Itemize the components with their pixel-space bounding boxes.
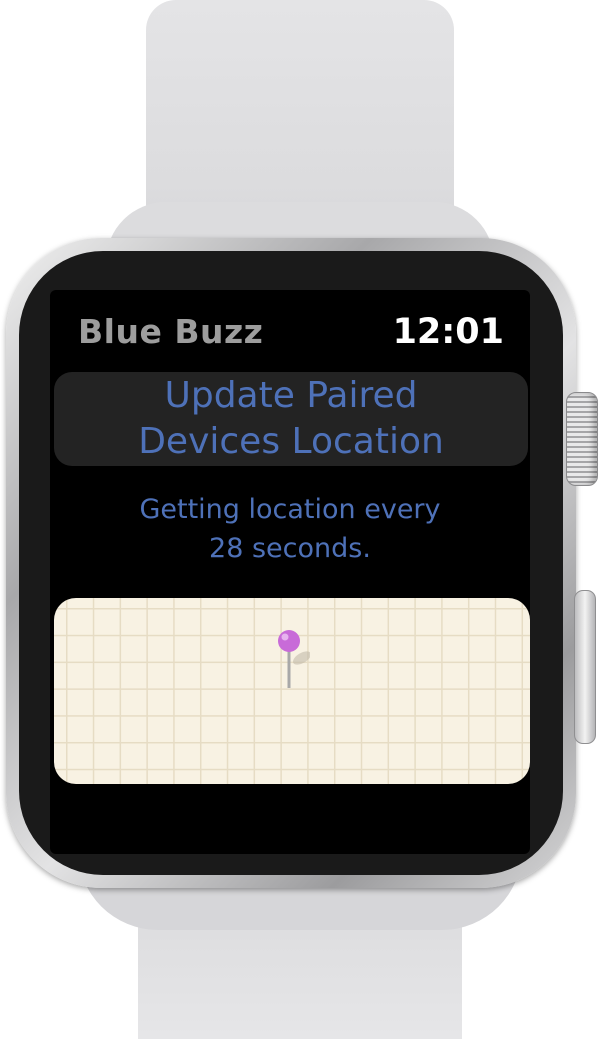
clock-time: 12:01 (392, 312, 504, 352)
map-pin-icon (278, 630, 310, 688)
watch-band-top (106, 0, 494, 272)
update-location-button-label: Update Paired Devices Location (138, 375, 444, 462)
map-view[interactable] (54, 598, 530, 784)
digital-crown[interactable] (566, 392, 598, 486)
location-status-text: Getting location every 28 seconds. (139, 494, 441, 564)
status-bar: Blue Buzz 12:01 (50, 308, 530, 356)
app-title: Blue Buzz (78, 312, 264, 351)
update-location-button[interactable]: Update Paired Devices Location (54, 372, 528, 466)
watch-mockup: Blue Buzz 12:01 Update Paired Devices Lo… (0, 0, 600, 1039)
side-button[interactable] (574, 590, 596, 744)
watch-screen: Blue Buzz 12:01 Update Paired Devices Lo… (50, 290, 530, 854)
